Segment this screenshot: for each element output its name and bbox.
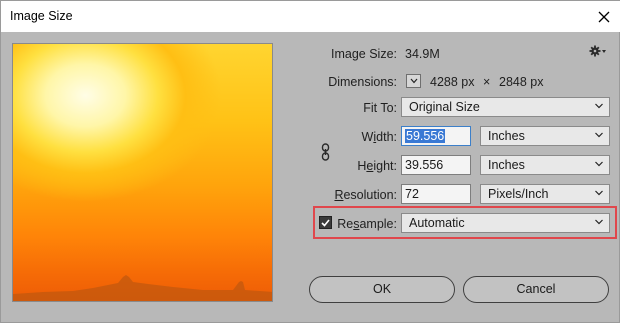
width-label: Width: <box>361 130 397 144</box>
resample-label: Resample: <box>337 217 397 231</box>
title-bar: Image Size <box>1 1 620 32</box>
fit-to-select[interactable]: Original Size <box>401 97 610 117</box>
cancel-button[interactable]: Cancel <box>463 276 609 303</box>
height-value: 39.556 <box>405 158 444 172</box>
dimensions-separator: × <box>483 75 491 89</box>
dimensions-units-button[interactable] <box>406 74 421 88</box>
chevron-down-icon <box>595 219 603 225</box>
height-label: Height: <box>357 159 397 173</box>
resample-checkbox[interactable] <box>319 216 332 229</box>
width-value: 59.556 <box>405 129 446 143</box>
resample-select[interactable]: Automatic <box>401 213 610 233</box>
chevron-down-icon <box>595 190 603 196</box>
image-size-label: Image Size: <box>330 47 397 61</box>
dimensions-label: Dimensions: <box>328 75 397 89</box>
chevron-down-icon <box>595 161 603 167</box>
width-unit-select[interactable]: Inches <box>480 126 610 146</box>
height-input[interactable]: 39.556 <box>401 155 471 175</box>
window-title: Image Size <box>10 9 73 23</box>
checkmark-icon <box>321 218 330 227</box>
width-unit-value: Inches <box>488 129 525 143</box>
resolution-label: Resolution: <box>334 188 397 202</box>
ok-button[interactable]: OK <box>309 276 455 303</box>
chevron-down-icon <box>595 103 603 109</box>
dimensions-width: 4288 px <box>430 75 475 89</box>
horizon-silhouette <box>13 275 272 301</box>
image-size-value: 34.9M <box>405 47 440 61</box>
resolution-unit-value: Pixels/Inch <box>488 187 549 201</box>
fit-to-value: Original Size <box>409 100 480 114</box>
resolution-value: 72 <box>405 187 419 201</box>
resolution-input[interactable]: 72 <box>401 184 471 204</box>
width-input[interactable]: 59.556 <box>401 126 471 146</box>
dimensions-height: 2848 px <box>499 75 544 89</box>
image-preview[interactable] <box>12 43 273 302</box>
chevron-down-icon <box>595 132 603 138</box>
chevron-down-icon <box>410 78 417 84</box>
resolution-unit-select[interactable]: Pixels/Inch <box>480 184 610 204</box>
resample-value: Automatic <box>409 216 465 230</box>
fit-to-label: Fit To: <box>363 101 397 115</box>
height-unit-value: Inches <box>488 158 525 172</box>
close-icon[interactable] <box>587 1 620 32</box>
image-size-dialog: Image Size Image Size: 34.9M Dimensions: <box>0 0 620 323</box>
height-unit-select[interactable]: Inches <box>480 155 610 175</box>
gear-icon[interactable] <box>589 45 607 60</box>
